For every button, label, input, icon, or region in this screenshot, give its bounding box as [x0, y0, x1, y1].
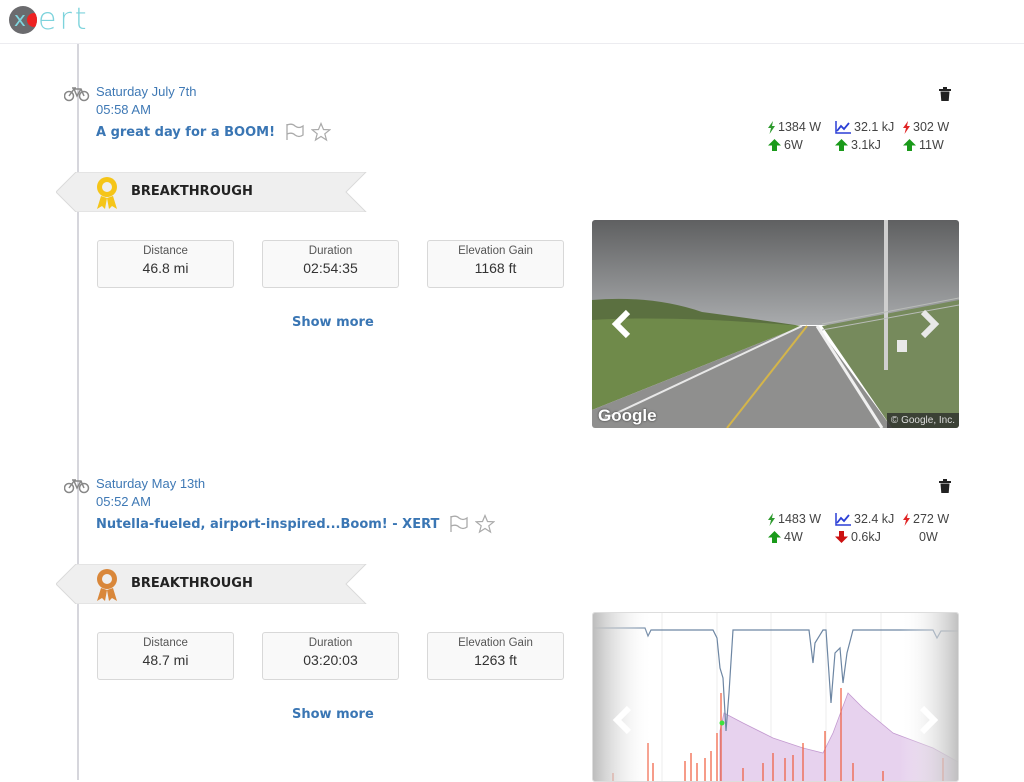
carousel-next-arrow-icon[interactable]: [917, 309, 941, 339]
stat-duration: Duration 02:54:35: [262, 240, 399, 288]
bicycle-icon: [64, 479, 90, 494]
activity-time[interactable]: 05:52 AM: [96, 494, 151, 509]
flag-icon[interactable]: [285, 123, 305, 141]
activity-title[interactable]: Nutella-fueled, airport-inspired...Boom!…: [96, 517, 439, 532]
peak-power-change: 6W: [784, 138, 803, 152]
delete-trash-icon[interactable]: [939, 479, 951, 493]
arrow-up-icon: [768, 531, 781, 543]
arrow-down-icon: [835, 531, 848, 543]
peak-power-bolt-icon: [768, 120, 775, 134]
energy-chart-icon: [835, 120, 851, 134]
stat-distance: Distance 48.7 mi: [97, 632, 234, 680]
threshold-power-value: 272 W: [913, 512, 950, 526]
energy-chart-icon: [835, 512, 851, 526]
activity-metrics: 1384 W 32.1 kJ 302 W 6W 3.1kJ 11W: [768, 118, 963, 154]
street-view-carousel[interactable]: Google © Google, Inc.: [592, 220, 959, 428]
bicycle-icon: [64, 87, 90, 102]
peak-power-value: 1483 W: [778, 512, 822, 526]
activity-title[interactable]: A great day for a BOOM!: [96, 125, 275, 140]
google-logo: Google: [598, 406, 657, 425]
top-bar: x ert: [0, 0, 1024, 44]
carousel-prev-arrow-icon[interactable]: [611, 705, 635, 735]
energy-value: 32.1 kJ: [854, 120, 895, 134]
medal-gold-icon: [97, 177, 117, 209]
energy-change: 3.1kJ: [851, 138, 881, 152]
activity-date[interactable]: Saturday May 13th: [96, 476, 205, 491]
arrow-up-icon: [903, 139, 916, 151]
stat-duration: Duration 03:20:03: [262, 632, 399, 680]
medal-bronze-icon: [97, 569, 117, 601]
breakthrough-badge: BREAKTHROUGH: [56, 564, 368, 604]
threshold-power-bolt-icon: [903, 120, 910, 134]
stat-distance: Distance 46.8 mi: [97, 240, 234, 288]
energy-value: 32.4 kJ: [854, 512, 895, 526]
power-chart-carousel[interactable]: [592, 612, 959, 782]
arrow-up-icon: [768, 139, 781, 151]
threshold-power-bolt-icon: [903, 512, 910, 526]
activity-date[interactable]: Saturday July 7th: [96, 84, 196, 99]
peak-power-change: 4W: [784, 530, 803, 544]
power-chart-image: [593, 613, 958, 781]
activity-metrics: 1483 W 32.4 kJ 272 W 4W 0.6kJ 0W: [768, 510, 963, 546]
logo-text: ert: [38, 2, 90, 37]
logo-mark-icon: x: [9, 6, 37, 34]
xert-logo[interactable]: x ert: [9, 2, 90, 37]
carousel-next-arrow-icon[interactable]: [916, 705, 940, 735]
street-view-image: [592, 220, 959, 428]
badge-label: BREAKTHROUGH: [131, 576, 253, 591]
show-more-link[interactable]: Show more: [292, 315, 374, 330]
arrow-up-icon: [835, 139, 848, 151]
star-icon[interactable]: [311, 122, 332, 142]
breakthrough-badge: BREAKTHROUGH: [56, 172, 368, 212]
peak-power-value: 1384 W: [778, 120, 822, 134]
delete-trash-icon[interactable]: [939, 87, 951, 101]
star-icon[interactable]: [475, 514, 496, 534]
google-copyright[interactable]: © Google, Inc.: [886, 413, 959, 428]
peak-power-bolt-icon: [768, 512, 775, 526]
threshold-power-value: 302 W: [913, 120, 950, 134]
threshold-power-change: 11W: [919, 138, 944, 152]
show-more-link[interactable]: Show more: [292, 707, 374, 722]
carousel-prev-arrow-icon[interactable]: [610, 309, 634, 339]
activity-time[interactable]: 05:58 AM: [96, 102, 151, 117]
badge-label: BREAKTHROUGH: [131, 184, 253, 199]
energy-change: 0.6kJ: [851, 530, 881, 544]
stat-elevation-gain: Elevation Gain 1263 ft: [427, 632, 564, 680]
flag-icon[interactable]: [449, 515, 469, 533]
threshold-power-change: 0W: [919, 530, 938, 544]
stat-elevation-gain: Elevation Gain 1168 ft: [427, 240, 564, 288]
timeline-line: [77, 44, 79, 780]
